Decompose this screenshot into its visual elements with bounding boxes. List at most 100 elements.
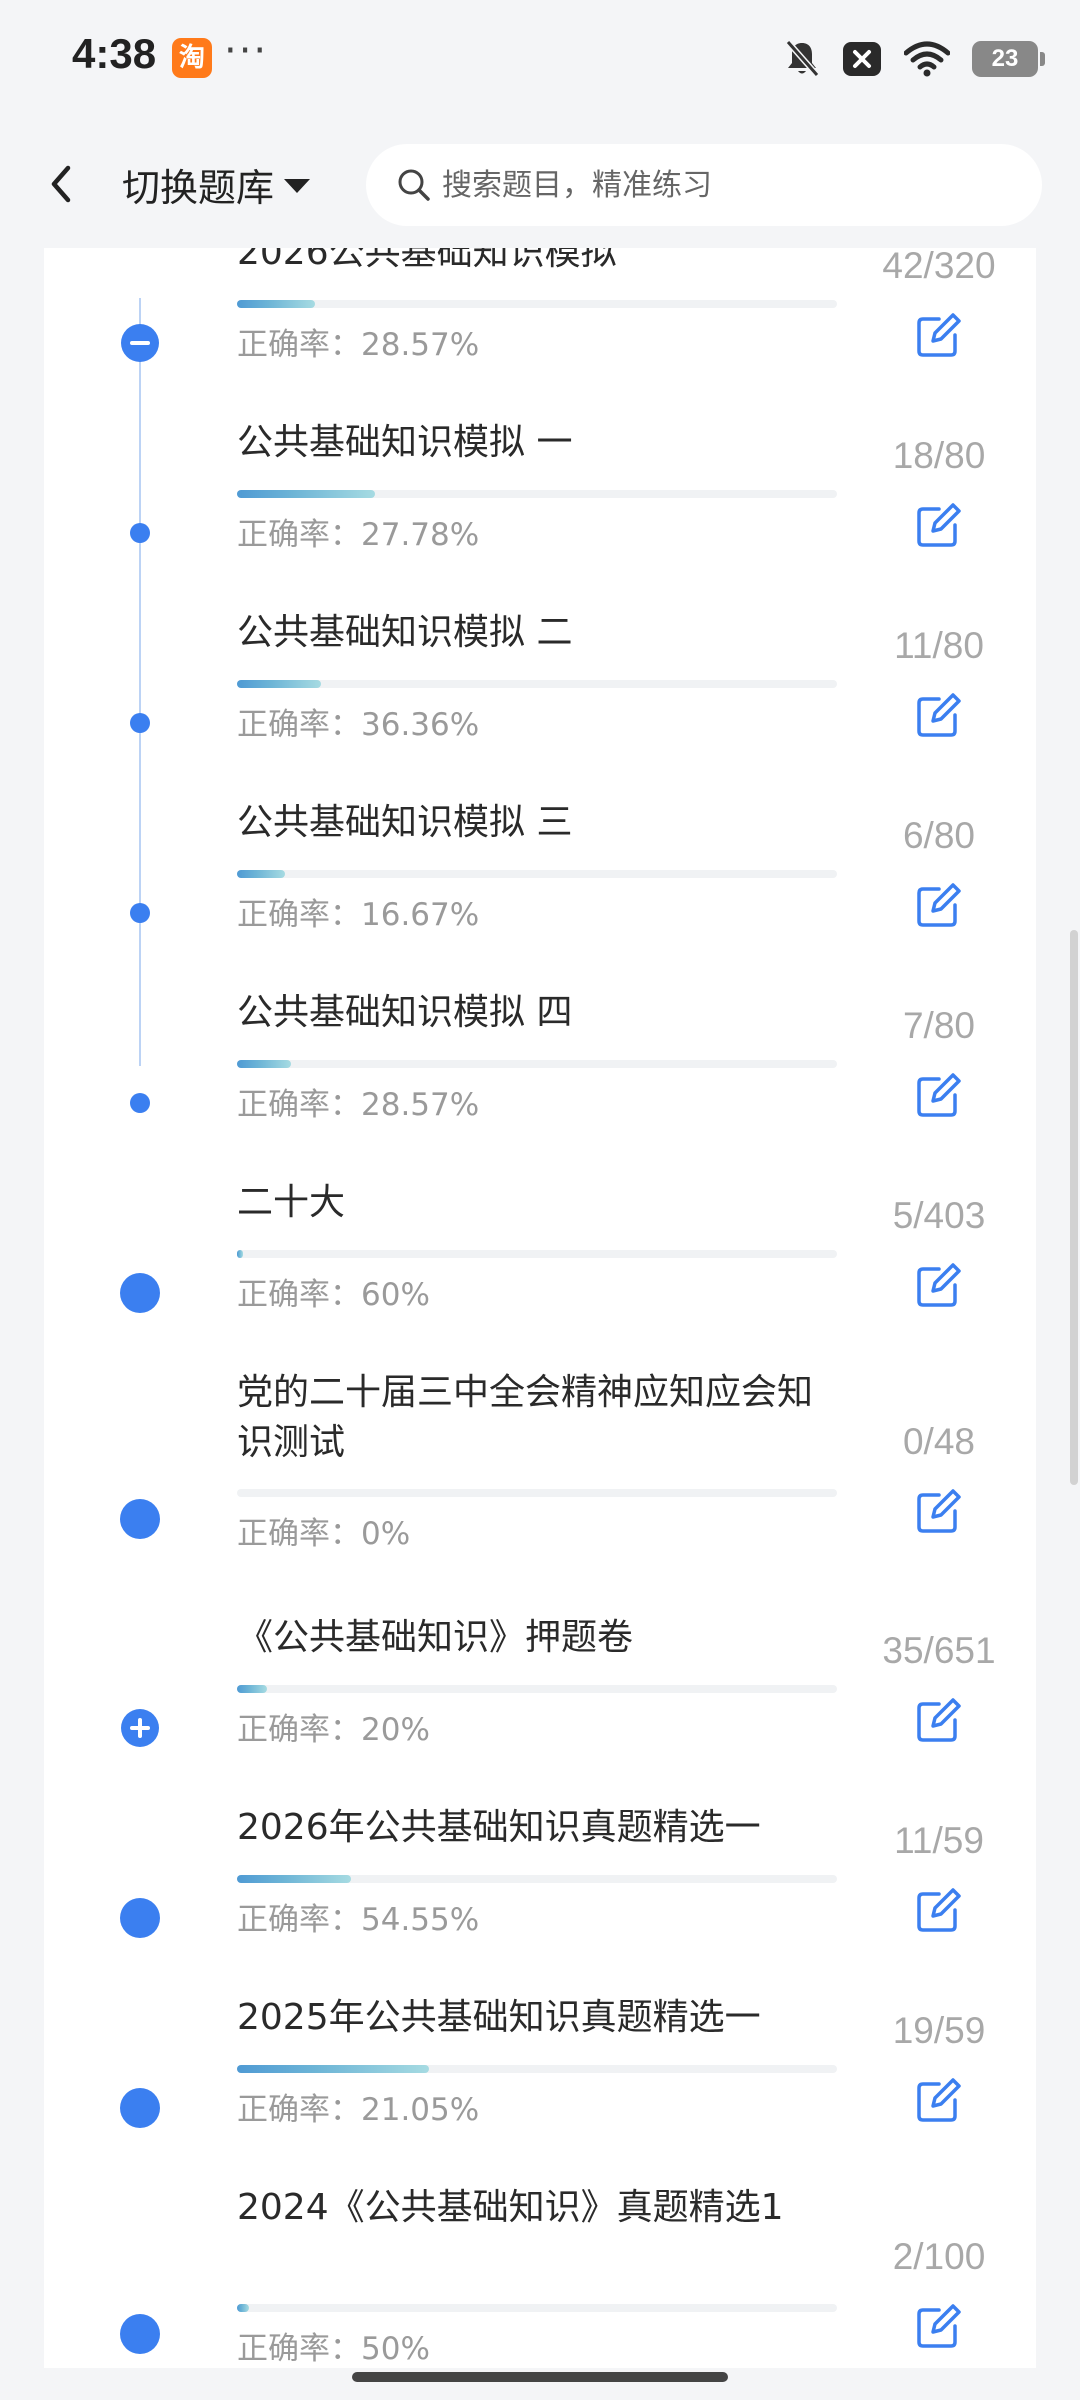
- status-time: 4:38: [72, 30, 157, 77]
- accuracy-rate: 正确率：21.05%: [237, 2092, 480, 2128]
- item-title: 公共基础知识模拟 一: [237, 422, 573, 463]
- edit-practice-icon[interactable]: [913, 501, 963, 551]
- progress-fill: [237, 1250, 243, 1258]
- answered-count: 11/80: [894, 625, 984, 666]
- battery-icon: 23: [972, 41, 1045, 77]
- answered-count: 2/100: [892, 2236, 986, 2277]
- item-title: 二十大: [237, 1182, 346, 1223]
- answered-count: 19/59: [892, 2010, 986, 2051]
- item-title: 《公共基础知识》押题卷: [237, 1617, 634, 1658]
- timeline-node: [120, 1898, 160, 1938]
- accuracy-rate: 正确率：20%: [237, 1712, 430, 1748]
- timeline-node: [120, 2088, 160, 2128]
- item-title: 公共基础知识模拟 三: [237, 802, 573, 843]
- progress-bar: [237, 300, 837, 308]
- answered-count: 0/48: [902, 1421, 975, 1462]
- switch-question-bank-dropdown[interactable]: 切换题库: [122, 156, 311, 212]
- question-bank-item[interactable]: 公共基础知识模拟 四正确率：28.57% 7/80: [44, 988, 1036, 1178]
- sim-blocked-icon: [843, 42, 881, 76]
- progress-fill: [237, 2304, 249, 2312]
- search-input[interactable]: [442, 167, 1002, 203]
- answered-count: 5/403: [892, 1195, 986, 1236]
- accuracy-rate: 正确率：36.36%: [237, 707, 480, 743]
- edit-practice-icon[interactable]: [913, 1696, 963, 1746]
- progress-fill: [237, 490, 375, 498]
- search-icon: [398, 169, 430, 201]
- edit-practice-icon[interactable]: [913, 1261, 963, 1311]
- timeline-node: [130, 903, 150, 923]
- question-bank-item[interactable]: 党的二十届三中全会精神应知应会知识测试正确率：0% 0/48: [44, 1368, 1036, 1613]
- home-indicator[interactable]: [352, 2372, 728, 2382]
- edit-practice-icon[interactable]: [913, 311, 963, 361]
- progress-fill: [237, 2065, 429, 2073]
- accuracy-rate: 正确率：0%: [237, 1516, 411, 1552]
- item-title: 2026公共基础知识模拟: [237, 248, 617, 273]
- progress-bar: [237, 1060, 837, 1068]
- wifi-icon: [904, 41, 950, 77]
- progress-bar: [237, 1489, 837, 1497]
- accuracy-rate: 正确率：28.57%: [237, 1087, 480, 1123]
- question-bank-item[interactable]: 公共基础知识模拟 三正确率：16.67% 6/80: [44, 798, 1036, 988]
- accuracy-rate: 正确率：60%: [237, 1277, 430, 1313]
- question-bank-item[interactable]: 2026公共基础知识模拟正确率：28.57% 42/320: [44, 248, 1036, 418]
- answered-count: 42/320: [882, 248, 996, 286]
- item-title: 党的二十届三中全会精神应知应会知识测试: [237, 1372, 814, 1463]
- progress-fill: [237, 680, 321, 688]
- search-bar[interactable]: [366, 144, 1042, 226]
- question-bank-list: 2026公共基础知识模拟 正确率：28.57% 42/320 公共基础知识模拟 一正确…: [44, 248, 1036, 2368]
- caret-down-icon: [284, 179, 311, 193]
- question-bank-item[interactable]: 公共基础知识模拟 二正确率：36.36% 11/80: [44, 608, 1036, 798]
- progress-bar: [237, 2065, 837, 2073]
- edit-practice-icon[interactable]: [913, 1487, 963, 1537]
- item-title: 2024《公共基础知识》真题精选1: [237, 2187, 784, 2228]
- switch-bank-label: 切换题库: [122, 165, 275, 210]
- accuracy-rate: 正确率：16.67%: [237, 897, 480, 933]
- question-bank-item[interactable]: 公共基础知识模拟 一正确率：27.78% 18/80: [44, 418, 1036, 608]
- timeline-node: [120, 1499, 160, 1539]
- progress-bar: [237, 870, 837, 878]
- header: 切换题库: [0, 118, 1080, 248]
- timeline-node: [120, 1273, 160, 1313]
- progress-bar: [237, 2304, 837, 2312]
- accuracy-rate: 正确率：54.55%: [237, 1902, 480, 1938]
- progress-fill: [237, 300, 315, 308]
- expand-toggle-icon[interactable]: [121, 1709, 159, 1747]
- bell-muted-icon: [785, 40, 820, 77]
- progress-bar: [237, 680, 837, 688]
- collapse-toggle-icon[interactable]: [121, 324, 159, 362]
- edit-practice-icon[interactable]: [913, 1071, 963, 1121]
- scrollbar[interactable]: [1070, 930, 1078, 1485]
- item-title: 2025年公共基础知识真题精选一: [237, 1997, 761, 2038]
- question-bank-item[interactable]: 2025年公共基础知识真题精选一正确率：21.05% 19/59: [44, 1993, 1036, 2183]
- timeline-node: [120, 2314, 160, 2354]
- progress-bar: [237, 1250, 837, 1258]
- timeline-node: [130, 523, 150, 543]
- question-bank-item[interactable]: 2026年公共基础知识真题精选一正确率：54.55% 11/59: [44, 1803, 1036, 1993]
- edit-practice-icon[interactable]: [913, 881, 963, 931]
- edit-practice-icon[interactable]: [913, 2076, 963, 2126]
- question-bank-item[interactable]: 《公共基础知识》押题卷正确率：20% 35/651: [44, 1613, 1036, 1803]
- progress-fill: [237, 870, 285, 878]
- answered-count: 6/80: [902, 815, 975, 856]
- progress-fill: [237, 1060, 291, 1068]
- edit-practice-icon[interactable]: [913, 2302, 963, 2352]
- question-bank-item[interactable]: 2024《公共基础知识》真题精选1 正确率：50% 2/100: [44, 2183, 1036, 2368]
- timeline-node: [130, 713, 150, 733]
- answered-count: 11/59: [894, 1820, 984, 1861]
- accuracy-rate: 正确率：50%: [237, 2331, 430, 2367]
- timeline-node: [130, 1093, 150, 1113]
- answered-count: 7/80: [902, 1005, 975, 1046]
- edit-practice-icon[interactable]: [913, 1886, 963, 1936]
- item-title: 公共基础知识模拟 四: [237, 992, 573, 1033]
- accuracy-rate: 正确率：28.57%: [237, 327, 480, 363]
- answered-count: 35/651: [882, 1630, 996, 1671]
- status-icons: 23: [784, 36, 1045, 82]
- accuracy-rate: 正确率：27.78%: [237, 517, 480, 553]
- edit-practice-icon[interactable]: [913, 691, 963, 741]
- progress-bar: [237, 1875, 837, 1883]
- back-arrow-icon[interactable]: [38, 154, 90, 214]
- question-bank-item[interactable]: 二十大正确率：60% 5/403: [44, 1178, 1036, 1368]
- progress-fill: [237, 1685, 267, 1693]
- answered-count: 18/80: [892, 435, 986, 476]
- item-title: 2026年公共基础知识真题精选一: [237, 1807, 761, 1848]
